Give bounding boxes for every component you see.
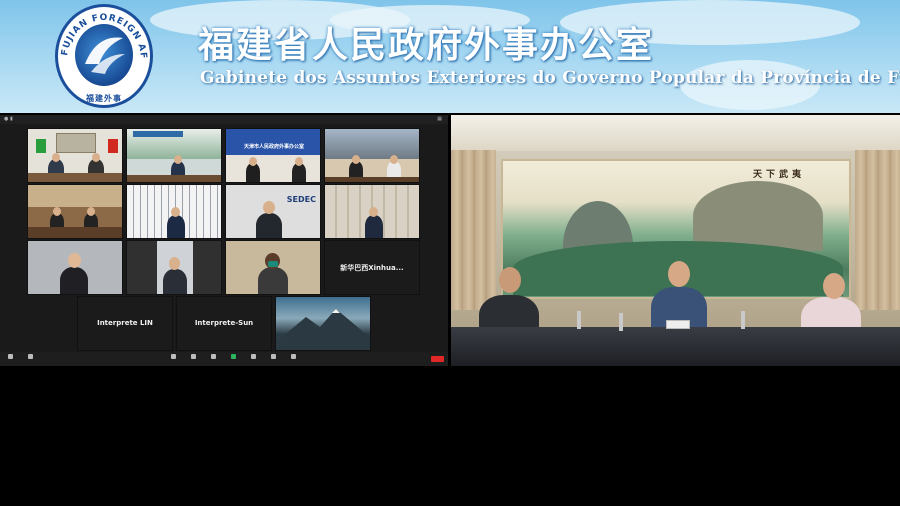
participants-button[interactable] (185, 354, 201, 360)
participant-tile[interactable] (126, 184, 222, 239)
participant-tile[interactable]: 天津市人民政府外事办公室 (225, 128, 321, 183)
conference-table (451, 327, 900, 366)
logo-text: FUJIAN FOREIGN AFFAIRS (55, 4, 147, 60)
painting-caption: 天下武夷 (753, 170, 806, 180)
participant-tile[interactable] (126, 128, 222, 183)
end-meeting-button[interactable] (431, 356, 444, 362)
logo-text-cn: 福建外事 (86, 94, 122, 103)
page-subtitle: Gabinete dos Assuntos Exteriores do Gove… (200, 68, 900, 88)
participant-tile[interactable] (275, 296, 371, 351)
more-button[interactable] (285, 354, 301, 360)
sedec-sign: SEDEC (286, 195, 316, 204)
tianjin-sign: 天津市人民政府外事办公室 (243, 144, 304, 150)
participant-name: Interprete-Sun (194, 319, 254, 327)
participant-tile[interactable] (27, 240, 123, 295)
participant-tile[interactable] (324, 128, 420, 183)
view-toggle-icon[interactable]: ▦ (437, 116, 442, 122)
participant-tile[interactable]: SEDEC (225, 184, 321, 239)
fujian-foreign-affairs-logo: FUJIAN FOREIGN AFFAIRS 福建外事 (55, 4, 153, 108)
screen: FUJIAN FOREIGN AFFAIRS 福建外事 福建省人民政府外事办公室… (0, 0, 900, 506)
security-button[interactable] (165, 354, 181, 360)
participant-tile[interactable] (27, 128, 123, 183)
participant-tile[interactable] (27, 184, 123, 239)
face-mask (268, 261, 278, 267)
interpreter-right-head (823, 273, 845, 299)
brazil-flag (36, 139, 46, 153)
participant-tile-interprete-lin[interactable]: Interprete LIN (77, 296, 173, 351)
page-title: 福建省人民政府外事办公室 (198, 24, 655, 66)
participant-tile-xinhua[interactable]: 新华巴西Xinhua... (324, 240, 420, 295)
mute-button[interactable] (2, 354, 18, 360)
chat-button[interactable] (205, 354, 221, 360)
participant-tile[interactable] (225, 240, 321, 295)
official-left-head (499, 267, 521, 293)
video-call-gallery: ● ▮ ▦ 天津市人民政府外事办公室 SEDEC 新华巴西Xinhua... I… (0, 115, 448, 366)
window-topbar: ● ▮ ▦ (0, 115, 448, 124)
china-flag (108, 139, 118, 153)
participant-tile[interactable] (126, 240, 222, 295)
reactions-button[interactable] (265, 354, 281, 360)
call-status-icon: ● ▮ (4, 116, 13, 122)
microphone-icon (577, 311, 581, 329)
record-button[interactable] (245, 354, 261, 360)
participant-tile-interprete-sun[interactable]: Interprete-Sun (176, 296, 272, 351)
svg-text:FUJIAN FOREIGN AFFAIRS: FUJIAN FOREIGN AFFAIRS (55, 4, 148, 60)
meeting-toolbar (0, 352, 448, 366)
conference-room-feed: 天下武夷 (451, 115, 900, 366)
share-screen-button[interactable] (225, 354, 241, 360)
participant-name: 新华巴西Xinhua... (340, 264, 404, 272)
microphone-icon (741, 311, 745, 329)
participant-tile[interactable] (324, 184, 420, 239)
microphone-icon (619, 313, 623, 331)
participant-name: Interprete LIN (97, 319, 153, 327)
video-button[interactable] (22, 354, 38, 360)
official-center-head (668, 261, 690, 287)
nameplate (666, 320, 690, 329)
header-banner: FUJIAN FOREIGN AFFAIRS 福建外事 福建省人民政府外事办公室… (0, 0, 900, 113)
